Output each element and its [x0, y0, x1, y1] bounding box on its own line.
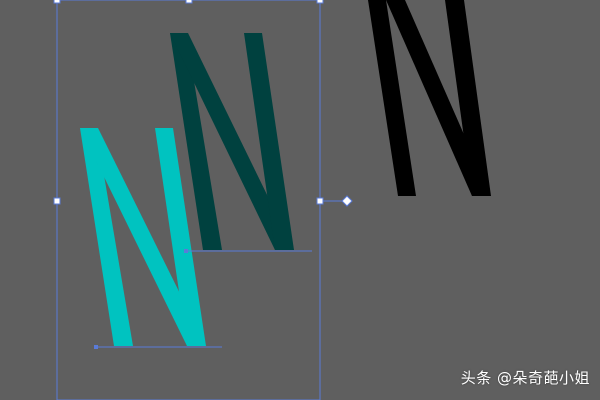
handle-middle-left[interactable]: [53, 197, 61, 205]
letter-n-cyan[interactable]: [80, 128, 206, 346]
handle-top-left[interactable]: [53, 0, 61, 4]
handle-top-right[interactable]: [316, 0, 324, 4]
handle-top-center[interactable]: [185, 0, 193, 4]
baseline-cyan-anchor[interactable]: [94, 345, 98, 349]
letter-n-dark-teal[interactable]: [170, 33, 294, 250]
baseline-teal-anchor[interactable]: [184, 249, 188, 253]
letter-n-black[interactable]: [368, 0, 491, 196]
rotate-handle-diamond[interactable]: [341, 195, 353, 207]
letter-n-black-right-stem: [445, 0, 491, 196]
artboard-canvas[interactable]: 头条 @朵奇葩小姐: [0, 0, 600, 400]
artwork: [53, 0, 491, 400]
watermark-text: 头条 @朵奇葩小姐: [460, 369, 590, 387]
handle-middle-right[interactable]: [316, 197, 324, 205]
